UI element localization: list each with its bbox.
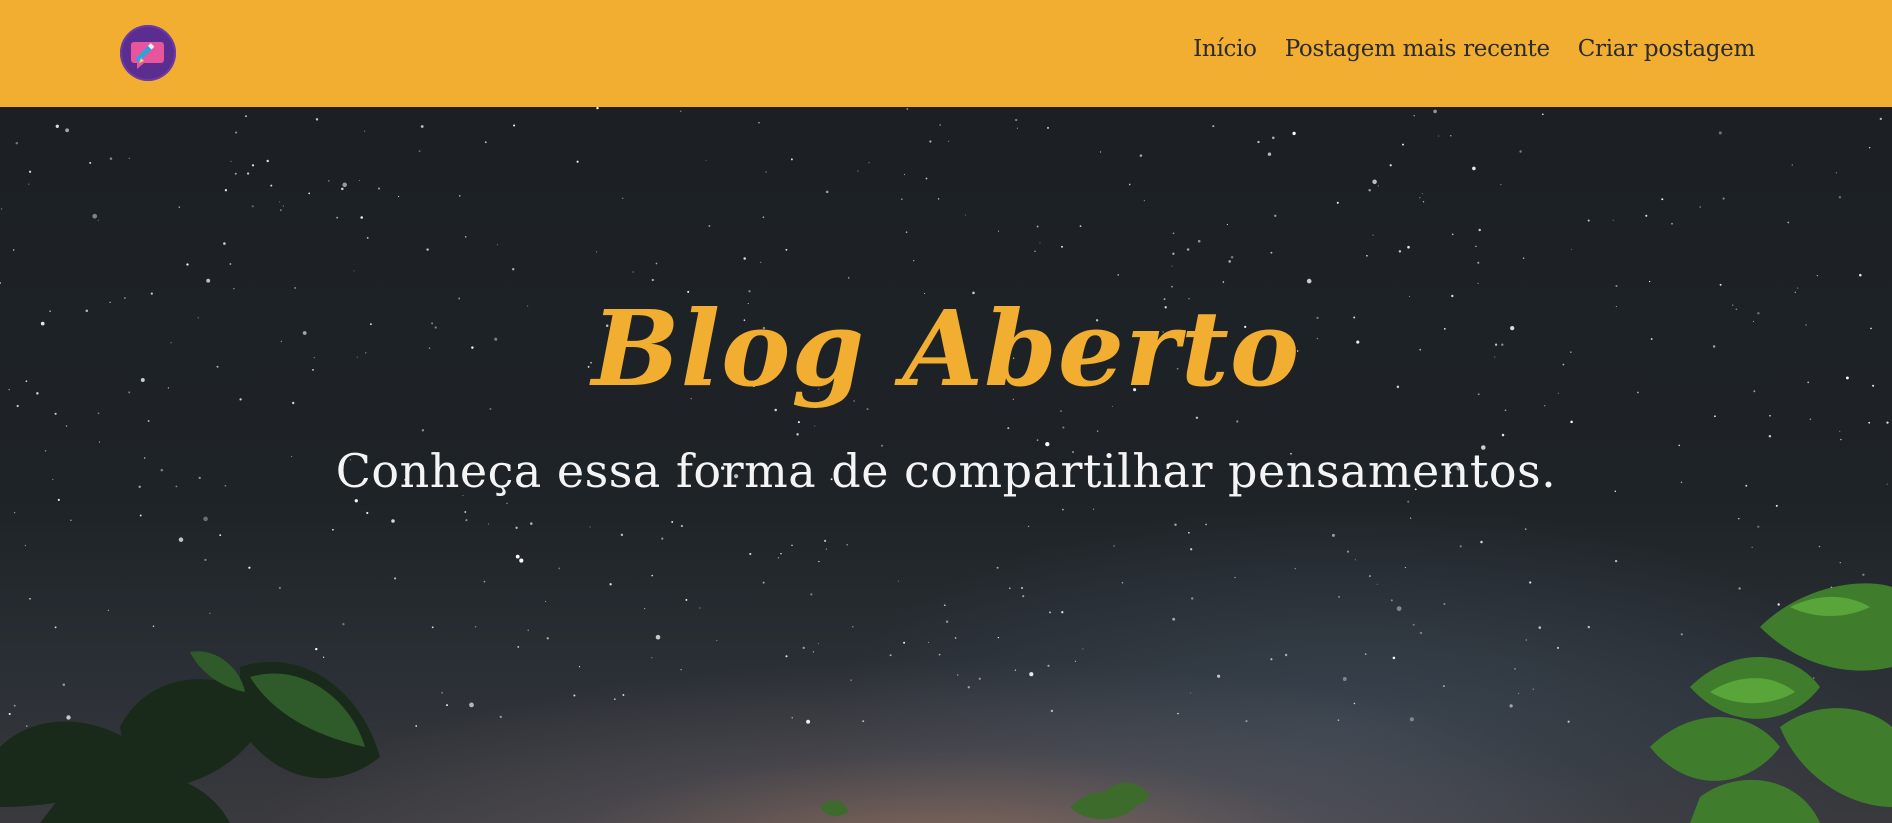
hero-banner: Blog Aberto Conheça essa forma de compar… (0, 107, 1892, 823)
top-navbar: Início Postagem mais recente Criar posta… (0, 0, 1892, 107)
nav-link-postagem-recente[interactable]: Postagem mais recente (1285, 36, 1550, 62)
nav-link-inicio[interactable]: Início (1193, 36, 1257, 62)
hero-subtitle: Conheça essa forma de compartilhar pensa… (335, 444, 1557, 498)
hero-title: Blog Aberto (591, 287, 1301, 410)
chat-bubble-pencil-icon (131, 42, 164, 69)
nav-link-criar-postagem[interactable]: Criar postagem (1578, 36, 1756, 62)
site-logo[interactable] (120, 25, 176, 81)
main-nav: Início Postagem mais recente Criar posta… (1193, 36, 1755, 62)
